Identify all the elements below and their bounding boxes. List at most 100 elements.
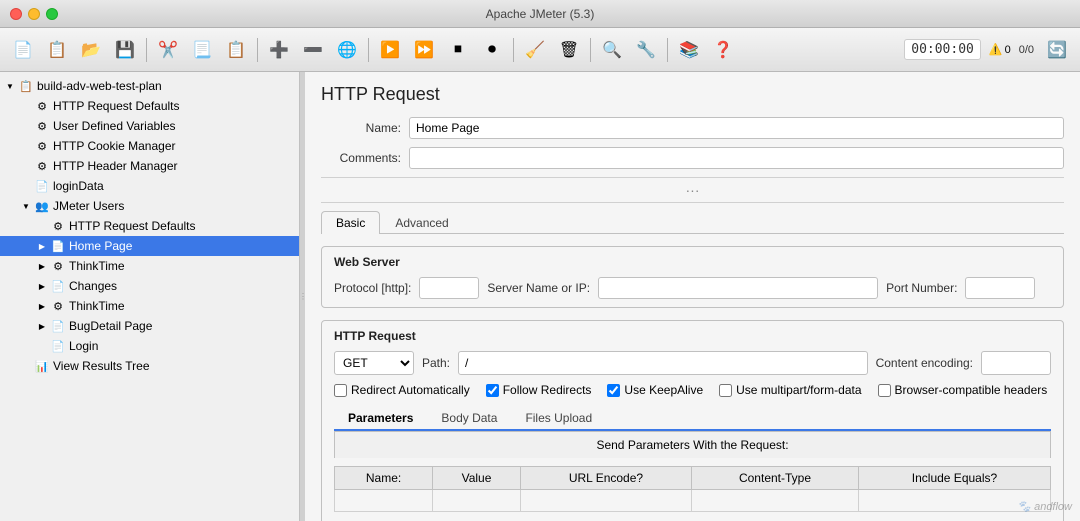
- start-button[interactable]: ▶️: [375, 35, 405, 65]
- name-row: Name:: [321, 117, 1064, 139]
- sidebar: ▼ 📋 build-adv-web-test-plan ▶ ⚙ HTTP Req…: [0, 72, 300, 521]
- sub-tab-parameters[interactable]: Parameters: [334, 407, 427, 431]
- sidebar-item-label: HTTP Header Manager: [53, 159, 178, 173]
- protocol-label: Protocol [http]:: [334, 281, 411, 295]
- web-server-row: Protocol [http]: Server Name or IP: Port…: [334, 277, 1051, 299]
- sidebar-item-user-vars[interactable]: ▶ ⚙ User Defined Variables: [0, 116, 299, 136]
- web-server-section: Web Server Protocol [http]: Server Name …: [321, 246, 1064, 308]
- results-tree-icon: 📊: [34, 358, 50, 374]
- changes-icon: 📄: [50, 278, 66, 294]
- sidebar-item-login[interactable]: ▶ 📄 Login: [0, 336, 299, 356]
- sub-tabs: Parameters Body Data Files Upload: [334, 407, 1051, 431]
- encoding-input[interactable]: [981, 351, 1051, 375]
- expand-button[interactable]: 🌐: [332, 35, 362, 65]
- remote-button[interactable]: 🔄: [1042, 35, 1072, 65]
- sidebar-item-changes[interactable]: ▶ 📄 Changes: [0, 276, 299, 296]
- sidebar-item-view-results[interactable]: ▶ 📊 View Results Tree: [0, 356, 299, 376]
- toolbar-sep-1: [146, 38, 147, 62]
- comments-row: Comments:: [321, 147, 1064, 169]
- maximize-button[interactable]: [46, 8, 58, 20]
- paste-button[interactable]: 📋: [221, 35, 251, 65]
- toolbar: 📄 📋 📂 💾 ✂️ 📃 📋 ➕ ➖ 🌐 ▶️ ⏩ ⏹ ⏺ 🧹 🗑 🔍 🔧 📚 …: [0, 28, 1080, 72]
- sidebar-item-home-page[interactable]: ▶ 📄 Home Page: [0, 236, 299, 256]
- sidebar-item-think-time2[interactable]: ▶ ⚙ ThinkTime: [0, 296, 299, 316]
- sidebar-item-label: HTTP Cookie Manager: [53, 139, 176, 153]
- follow-checkbox-item[interactable]: Follow Redirects: [486, 383, 592, 397]
- sidebar-item-label: Login: [69, 339, 98, 353]
- login-data-icon: 📄: [34, 178, 50, 194]
- remove-node-button[interactable]: ➖: [298, 35, 328, 65]
- port-label: Port Number:: [886, 281, 957, 295]
- sidebar-item-label: View Results Tree: [53, 359, 150, 373]
- expand-arrow-icon: ▶: [36, 320, 48, 332]
- method-select[interactable]: GET: [334, 351, 414, 375]
- browser-compat-checkbox-item[interactable]: Browser-compatible headers: [878, 383, 1048, 397]
- sub-tab-files-upload[interactable]: Files Upload: [511, 407, 606, 429]
- expand-arrow-icon: ▼: [4, 80, 16, 92]
- help-button[interactable]: 📚: [674, 35, 704, 65]
- name-label: Name:: [321, 121, 401, 135]
- multipart-checkbox[interactable]: [719, 384, 732, 397]
- sidebar-item-http-req-defaults2[interactable]: ▶ ⚙ HTTP Request Defaults: [0, 216, 299, 236]
- empty-cell: [520, 490, 691, 512]
- sub-tab-body-data[interactable]: Body Data: [427, 407, 511, 429]
- new-button[interactable]: 📄: [8, 35, 38, 65]
- header-icon: ⚙: [34, 158, 50, 174]
- server-name-input[interactable]: [598, 277, 878, 299]
- timer-display: 00:00:00: [904, 39, 981, 60]
- multipart-checkbox-item[interactable]: Use multipart/form-data: [719, 383, 861, 397]
- sidebar-item-label: ThinkTime: [69, 259, 125, 273]
- right-panel: HTTP Request Name: Comments: ··· Basic A…: [305, 72, 1080, 521]
- start-no-pause-button[interactable]: ⏩: [409, 35, 439, 65]
- expand-arrow-icon: ▶: [36, 300, 48, 312]
- add-node-button[interactable]: ➕: [264, 35, 294, 65]
- toolbar-right: 00:00:00 ⚠️ 0 0/0 🔄: [904, 35, 1072, 65]
- watermark: 🐾 andflow: [1017, 500, 1072, 513]
- follow-checkbox[interactable]: [486, 384, 499, 397]
- expand-arrow-icon: ▼: [20, 200, 32, 212]
- web-server-title: Web Server: [334, 255, 1051, 269]
- name-input[interactable]: [409, 117, 1064, 139]
- keepalive-checkbox-item[interactable]: Use KeepAlive: [607, 383, 703, 397]
- sidebar-item-login-data[interactable]: ▶ 📄 loginData: [0, 176, 299, 196]
- cut-button[interactable]: ✂️: [153, 35, 183, 65]
- browser-compat-checkbox[interactable]: [878, 384, 891, 397]
- sidebar-item-think-time[interactable]: ▶ ⚙ ThinkTime: [0, 256, 299, 276]
- sidebar-item-bugdetail[interactable]: ▶ 📄 BugDetail Page: [0, 316, 299, 336]
- path-input[interactable]: [458, 351, 868, 375]
- stop-button[interactable]: ⏹: [443, 35, 473, 65]
- clear-all-button[interactable]: 🗑: [554, 35, 584, 65]
- protocol-input[interactable]: [419, 277, 479, 299]
- collapse-row[interactable]: ···: [321, 177, 1064, 203]
- clear-button[interactable]: 🧹: [520, 35, 550, 65]
- traffic-lights: [10, 8, 58, 20]
- save-button[interactable]: 💾: [110, 35, 140, 65]
- open-button[interactable]: 📂: [76, 35, 106, 65]
- sidebar-item-http-defaults[interactable]: ▶ ⚙ HTTP Request Defaults: [0, 96, 299, 116]
- tab-advanced[interactable]: Advanced: [380, 211, 463, 234]
- function-helper-button[interactable]: 🔧: [631, 35, 661, 65]
- redirect-checkbox-item[interactable]: Redirect Automatically: [334, 383, 470, 397]
- expand-arrow-icon: ▶: [36, 260, 48, 272]
- sidebar-item-cookie-mgr[interactable]: ▶ ⚙ HTTP Cookie Manager: [0, 136, 299, 156]
- comments-input[interactable]: [409, 147, 1064, 169]
- sidebar-item-root[interactable]: ▼ 📋 build-adv-web-test-plan: [0, 76, 299, 96]
- main-content: ▼ 📋 build-adv-web-test-plan ▶ ⚙ HTTP Req…: [0, 72, 1080, 521]
- template-button[interactable]: 📋: [42, 35, 72, 65]
- sidebar-item-header-mgr[interactable]: ▶ ⚙ HTTP Header Manager: [0, 156, 299, 176]
- sidebar-item-jmeter-users[interactable]: ▼ 👥 JMeter Users: [0, 196, 299, 216]
- close-button[interactable]: [10, 8, 22, 20]
- empty-cell: [433, 490, 521, 512]
- copy-button[interactable]: 📃: [187, 35, 217, 65]
- tab-basic[interactable]: Basic: [321, 211, 380, 234]
- port-input[interactable]: [965, 277, 1035, 299]
- root-icon: 📋: [18, 78, 34, 94]
- minimize-button[interactable]: [28, 8, 40, 20]
- stop-now-button[interactable]: ⏺: [477, 35, 507, 65]
- server-name-label: Server Name or IP:: [487, 281, 590, 295]
- about-button[interactable]: ❓: [708, 35, 738, 65]
- keepalive-checkbox[interactable]: [607, 384, 620, 397]
- search-button[interactable]: 🔍: [597, 35, 627, 65]
- redirect-checkbox[interactable]: [334, 384, 347, 397]
- collapse-icon: ···: [686, 182, 700, 198]
